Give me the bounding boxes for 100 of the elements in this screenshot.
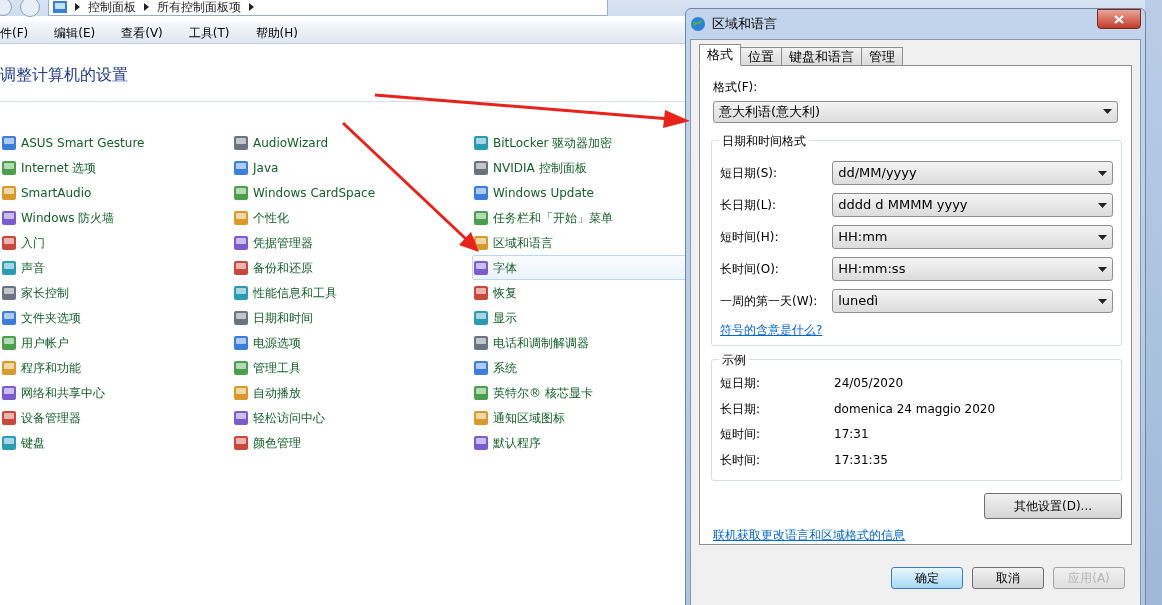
item-icon: [473, 134, 489, 151]
item-icon: [233, 209, 249, 226]
item-icon: [473, 309, 489, 326]
control-panel-item[interactable]: Windows 防火墙: [0, 205, 220, 230]
control-panel-item[interactable]: 恢复: [472, 280, 692, 305]
close-icon: [1114, 14, 1124, 24]
control-panel-item[interactable]: 自动播放: [232, 380, 452, 405]
item-icon: [233, 334, 249, 351]
control-panel-item[interactable]: Java: [232, 155, 452, 180]
example-label: 长时间:: [720, 451, 762, 469]
menu-item[interactable]: 查看(V): [121, 23, 163, 42]
menu-item[interactable]: 工具(T): [188, 23, 230, 42]
breadcrumb-item[interactable]: 控制面板: [88, 0, 136, 16]
item-icon: [473, 159, 489, 176]
control-panel-item[interactable]: 键盘: [0, 430, 220, 455]
item-icon: [473, 259, 489, 276]
item-icon: [233, 409, 249, 426]
item-icon: [473, 334, 489, 351]
control-panel-item[interactable]: Windows CardSpace: [232, 180, 452, 205]
caret-icon: [1098, 298, 1107, 304]
menu-item[interactable]: 件(F): [0, 23, 29, 42]
dialog-button[interactable]: 取消: [972, 567, 1044, 589]
control-panel-item[interactable]: 系统: [472, 355, 692, 380]
control-panel-item[interactable]: 文件夹选项: [0, 305, 220, 330]
field-label: 短日期(S):: [720, 165, 779, 183]
control-panel-item[interactable]: 电源选项: [232, 330, 452, 355]
address-bar[interactable]: 控制面板 所有控制面板项: [48, 0, 608, 16]
control-panel-item[interactable]: 备份和还原: [232, 255, 452, 280]
control-panel-item[interactable]: AudioWizard: [232, 130, 452, 155]
control-panel-item[interactable]: 电话和调制解调器: [472, 330, 692, 355]
dropdown[interactable]: dd/MM/yyyy: [832, 161, 1113, 186]
field-label: 短时间(H):: [720, 229, 780, 247]
tab[interactable]: 格式: [699, 44, 741, 66]
control-panel-item[interactable]: 英特尔® 核芯显卡: [472, 380, 692, 405]
control-panel-item[interactable]: NVIDIA 控制面板: [472, 155, 692, 180]
example-label: 短日期:: [720, 375, 762, 393]
control-panel-item[interactable]: 凭据管理器: [232, 230, 452, 255]
page-heading: 调整计算机的设置: [0, 64, 128, 86]
chevron-icon: [75, 3, 80, 11]
item-icon: [233, 284, 249, 301]
dropdown[interactable]: lunedì: [832, 289, 1113, 314]
item-icon: [233, 434, 249, 451]
control-panel-item[interactable]: 声音: [0, 255, 220, 280]
control-panel-item[interactable]: 默认程序: [472, 430, 692, 455]
item-icon: [473, 359, 489, 376]
item-icon: [233, 259, 249, 276]
item-icon: [233, 159, 249, 176]
help-link[interactable]: 符号的含意是什么?: [720, 323, 823, 338]
control-panel-item[interactable]: 用户帐户: [0, 330, 220, 355]
example-value: 24/05/2020: [834, 375, 904, 393]
caret-icon: [1098, 170, 1107, 176]
control-panel-item[interactable]: SmartAudio: [0, 180, 220, 205]
caret-icon: [1103, 109, 1112, 115]
control-panel-item[interactable]: 显示: [472, 305, 692, 330]
control-panel-item[interactable]: 日期和时间: [232, 305, 452, 330]
chevron-icon: [144, 3, 149, 11]
control-panel-item[interactable]: 轻松访问中心: [232, 405, 452, 430]
control-panel-item[interactable]: 颜色管理: [232, 430, 452, 455]
field-label: 一周的第一天(W):: [720, 293, 819, 311]
control-panel-item[interactable]: BitLocker 驱动器加密: [472, 130, 692, 155]
caret-icon: [1098, 202, 1107, 208]
example-label: 短时间:: [720, 426, 762, 444]
item-icon: [233, 359, 249, 376]
item-icon: [473, 434, 489, 451]
example-value: 17:31:35: [834, 451, 888, 469]
item-icon: [473, 284, 489, 301]
field-label: 长日期(L):: [720, 197, 778, 215]
control-panel-item[interactable]: ASUS Smart Gesture: [0, 130, 220, 155]
dropdown[interactable]: 意大利语(意大利): [713, 101, 1118, 123]
control-panel-icon: [53, 1, 67, 13]
control-panel-item[interactable]: 网络和共享中心: [0, 380, 220, 405]
control-panel-item[interactable]: 程序和功能: [0, 355, 220, 380]
dropdown[interactable]: HH:mm: [832, 225, 1113, 250]
dialog-button[interactable]: 确定: [891, 567, 963, 589]
control-panel-item[interactable]: 性能信息和工具: [232, 280, 452, 305]
control-panel-item[interactable]: 入门: [0, 230, 220, 255]
item-icon: [473, 409, 489, 426]
dropdown[interactable]: dddd d MMMM yyyy: [832, 193, 1113, 218]
control-panel-item[interactable]: Internet 选项: [0, 155, 220, 180]
breadcrumb-item[interactable]: 所有控制面板项: [157, 0, 241, 16]
control-panel-item[interactable]: 管理工具: [232, 355, 452, 380]
example-value: domenica 24 maggio 2020: [834, 400, 996, 418]
control-panel-item[interactable]: 个性化: [232, 205, 452, 230]
control-panel-item[interactable]: 区域和语言: [472, 230, 692, 255]
dropdown[interactable]: HH:mm:ss: [832, 257, 1113, 282]
menu-item[interactable]: 编辑(E): [54, 23, 96, 42]
item-icon: [473, 234, 489, 251]
close-button[interactable]: [1097, 9, 1141, 29]
control-panel-item[interactable]: 任务栏和「开始」菜单: [472, 205, 692, 230]
control-panel-item[interactable]: 通知区域图标: [472, 405, 692, 430]
menu-item[interactable]: 帮助(H): [255, 23, 298, 42]
more-settings-button[interactable]: 其他设置(D)...: [984, 493, 1122, 520]
forward-button[interactable]: [20, 0, 40, 17]
control-panel-item[interactable]: 家长控制: [0, 280, 220, 305]
info-link[interactable]: 联机获取更改语言和区域格式的信息: [713, 526, 905, 544]
example-value: 17:31: [834, 426, 869, 444]
control-panel-item[interactable]: Windows Update: [472, 180, 692, 205]
item-icon: [233, 134, 249, 151]
item-icon: [233, 309, 249, 326]
control-panel-item[interactable]: 设备管理器: [0, 405, 220, 430]
